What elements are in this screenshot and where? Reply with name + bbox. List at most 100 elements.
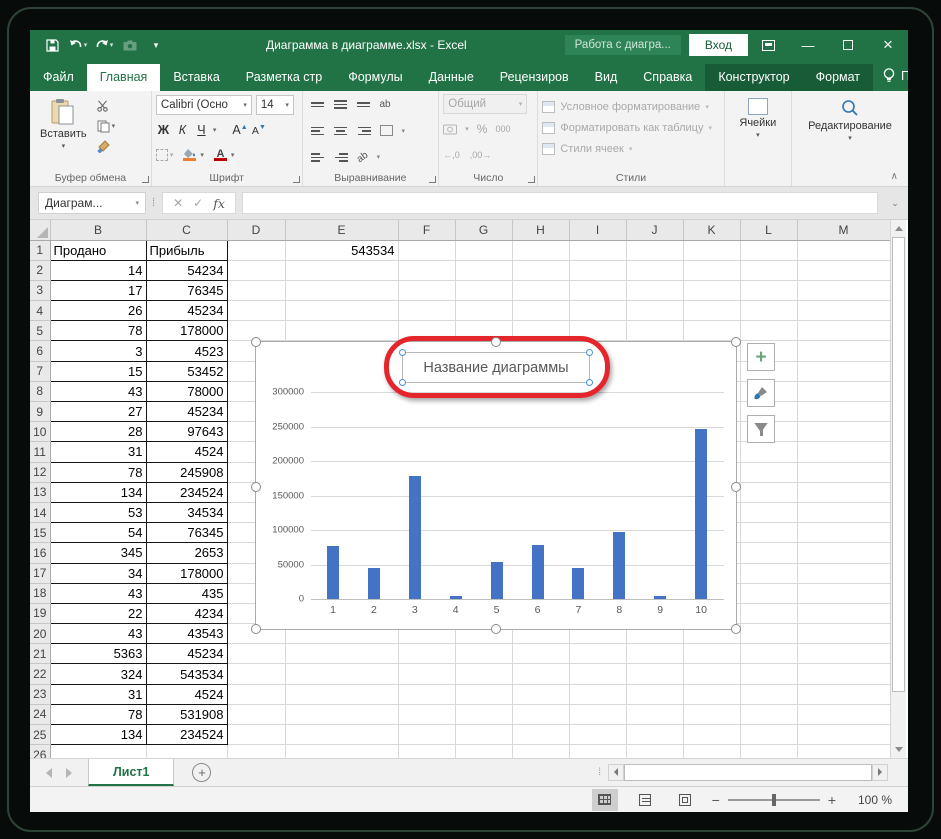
- grid-cell-B1[interactable]: Продано: [50, 240, 146, 260]
- grid-cell-B3[interactable]: 17: [50, 280, 146, 300]
- grid-cell-L18[interactable]: [740, 583, 797, 603]
- ribbon-display-options-button[interactable]: [748, 30, 788, 60]
- sheet-tab-list1[interactable]: Лист1: [88, 759, 174, 786]
- grid-cell-F23[interactable]: [398, 684, 455, 704]
- grid-cell-H2[interactable]: [512, 260, 569, 280]
- grid-cell-M6[interactable]: [797, 341, 890, 361]
- grid-cell-F25[interactable]: [398, 725, 455, 745]
- grid-cell-C10[interactable]: 97643: [146, 422, 227, 442]
- row-header-17[interactable]: 17: [30, 563, 50, 583]
- italic-button[interactable]: К: [175, 123, 190, 137]
- align-top-button[interactable]: [311, 102, 325, 107]
- decrease-indent-button[interactable]: [311, 153, 325, 162]
- add-sheet-button[interactable]: +: [192, 763, 211, 782]
- grid-cell-G23[interactable]: [455, 684, 512, 704]
- row-header-24[interactable]: 24: [30, 704, 50, 724]
- tab-Конструктор[interactable]: Конструктор: [705, 64, 802, 91]
- grid-cell-C17[interactable]: 178000: [146, 563, 227, 583]
- row-header-21[interactable]: 21: [30, 644, 50, 664]
- grid-cell-K26[interactable]: [683, 745, 740, 758]
- grid-cell-G25[interactable]: [455, 725, 512, 745]
- grid-cell-C24[interactable]: 531908: [146, 704, 227, 724]
- row-header-14[interactable]: 14: [30, 502, 50, 522]
- bar-3[interactable]: [409, 476, 421, 599]
- bar-9[interactable]: [654, 596, 666, 599]
- grid-cell-L1[interactable]: [740, 240, 797, 260]
- grid-cell-M7[interactable]: [797, 361, 890, 381]
- copy-button[interactable]: ▾: [97, 118, 116, 134]
- grid-cell-G5[interactable]: [455, 321, 512, 341]
- tab-Данные[interactable]: Данные: [416, 64, 487, 91]
- row-header-13[interactable]: 13: [30, 482, 50, 502]
- grid-cell-D26[interactable]: [227, 745, 285, 758]
- grid-cell-E1[interactable]: 543534: [285, 240, 398, 260]
- font-color-dropdown-icon[interactable]: ▾: [231, 151, 235, 159]
- grid-cell-D1[interactable]: [227, 240, 285, 260]
- grid-cell-H25[interactable]: [512, 725, 569, 745]
- save-icon[interactable]: [40, 33, 64, 57]
- title-handle-tr[interactable]: [586, 349, 593, 356]
- undo-dropdown-icon[interactable]: ▾: [84, 41, 88, 49]
- grid-cell-E24[interactable]: [285, 704, 398, 724]
- tab-Формулы[interactable]: Формулы: [335, 64, 415, 91]
- grid-cell-M21[interactable]: [797, 644, 890, 664]
- tab-Файл[interactable]: Файл: [30, 64, 87, 91]
- grid-cell-J23[interactable]: [626, 684, 683, 704]
- grid-cell-B19[interactable]: 22: [50, 603, 146, 623]
- grid-cell-L16[interactable]: [740, 543, 797, 563]
- grid-cell-F2[interactable]: [398, 260, 455, 280]
- grid-cell-K22[interactable]: [683, 664, 740, 684]
- column-header-C[interactable]: C: [146, 220, 227, 240]
- vertical-scrollbar[interactable]: [890, 220, 906, 758]
- grid-cell-M11[interactable]: [797, 442, 890, 462]
- grid-cell-M17[interactable]: [797, 563, 890, 583]
- tab-Разметка стр[interactable]: Разметка стр: [233, 64, 335, 91]
- row-header-19[interactable]: 19: [30, 603, 50, 623]
- tab-Справка[interactable]: Справка: [630, 64, 705, 91]
- grid-cell-C12[interactable]: 245908: [146, 462, 227, 482]
- grid-cell-H3[interactable]: [512, 280, 569, 300]
- grid-cell-I21[interactable]: [569, 644, 626, 664]
- grid-cell-J5[interactable]: [626, 321, 683, 341]
- grid-cell-F1[interactable]: [398, 240, 455, 260]
- grid-cell-L20[interactable]: [740, 624, 797, 644]
- title-handle-bl[interactable]: [399, 379, 406, 386]
- grid-cell-C13[interactable]: 234524: [146, 482, 227, 502]
- grid-cell-K4[interactable]: [683, 301, 740, 321]
- grid-cell-M16[interactable]: [797, 543, 890, 563]
- bar-6[interactable]: [532, 545, 544, 599]
- chart-elements-button[interactable]: +: [747, 343, 775, 371]
- customize-quick-access-icon[interactable]: ▾: [144, 33, 168, 57]
- editing-button[interactable]: Редактирование ▾: [802, 94, 898, 168]
- grid-cell-B4[interactable]: 26: [50, 301, 146, 321]
- grid-cell-D23[interactable]: [227, 684, 285, 704]
- grid-cell-J4[interactable]: [626, 301, 683, 321]
- grid-cell-C1[interactable]: Прибыль: [146, 240, 227, 260]
- grid-cell-B24[interactable]: 78: [50, 704, 146, 724]
- grid-cell-B9[interactable]: 27: [50, 402, 146, 422]
- grid-cell-M20[interactable]: [797, 624, 890, 644]
- grid-cell-B16[interactable]: 345: [50, 543, 146, 563]
- grid-cell-C5[interactable]: 178000: [146, 321, 227, 341]
- grid-cell-C3[interactable]: 76345: [146, 280, 227, 300]
- bar-2[interactable]: [368, 568, 380, 599]
- column-header-F[interactable]: F: [398, 220, 455, 240]
- tab-help[interactable]: Помощн: [873, 60, 908, 91]
- grid-cell-E5[interactable]: [285, 321, 398, 341]
- grid-cell-C23[interactable]: 4524: [146, 684, 227, 704]
- column-header-K[interactable]: K: [683, 220, 740, 240]
- row-header-2[interactable]: 2: [30, 260, 50, 280]
- shrink-font-button[interactable]: А▼: [251, 123, 266, 137]
- grid-cell-M25[interactable]: [797, 725, 890, 745]
- grid-cell-I2[interactable]: [569, 260, 626, 280]
- grid-cell-G1[interactable]: [455, 240, 512, 260]
- bar-8[interactable]: [613, 532, 625, 599]
- insert-function-icon[interactable]: fx: [213, 196, 225, 211]
- column-header-G[interactable]: G: [455, 220, 512, 240]
- column-header-J[interactable]: J: [626, 220, 683, 240]
- horizontal-scrollbar[interactable]: ⁞: [598, 763, 888, 781]
- grid-cell-D21[interactable]: [227, 644, 285, 664]
- grid-cell-M3[interactable]: [797, 280, 890, 300]
- grid-cell-E4[interactable]: [285, 301, 398, 321]
- grid-cell-C15[interactable]: 76345: [146, 523, 227, 543]
